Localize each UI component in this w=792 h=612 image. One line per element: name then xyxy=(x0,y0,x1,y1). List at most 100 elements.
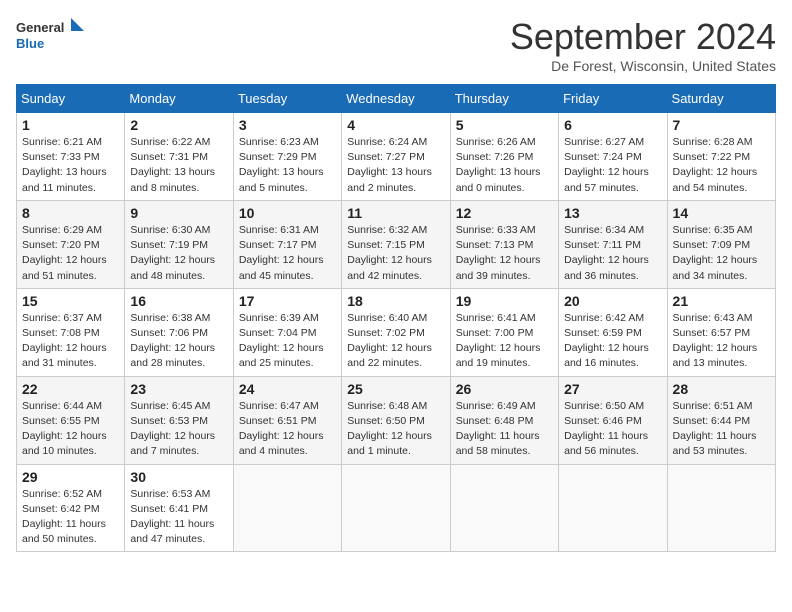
sunrise: Sunrise: 6:40 AM xyxy=(347,312,427,324)
day-info: Sunrise: 6:30 AM Sunset: 7:19 PM Dayligh… xyxy=(130,223,227,284)
daylight: Daylight: 12 hours and 42 minutes. xyxy=(347,254,432,281)
daylight: Daylight: 12 hours and 13 minutes. xyxy=(673,342,758,369)
day-number: 3 xyxy=(239,117,336,133)
sunset: Sunset: 7:22 PM xyxy=(673,151,751,163)
calendar-cell xyxy=(667,464,775,552)
day-info: Sunrise: 6:49 AM Sunset: 6:48 PM Dayligh… xyxy=(456,399,553,460)
weekday-header-saturday: Saturday xyxy=(667,85,775,113)
day-info: Sunrise: 6:37 AM Sunset: 7:08 PM Dayligh… xyxy=(22,311,119,372)
day-info: Sunrise: 6:29 AM Sunset: 7:20 PM Dayligh… xyxy=(22,223,119,284)
daylight: Daylight: 12 hours and 22 minutes. xyxy=(347,342,432,369)
sunrise: Sunrise: 6:38 AM xyxy=(130,312,210,324)
calendar-cell: 1 Sunrise: 6:21 AM Sunset: 7:33 PM Dayli… xyxy=(17,113,125,201)
location: De Forest, Wisconsin, United States xyxy=(510,58,776,74)
sunrise: Sunrise: 6:30 AM xyxy=(130,224,210,236)
sunset: Sunset: 7:06 PM xyxy=(130,327,208,339)
day-number: 11 xyxy=(347,205,444,221)
sunset: Sunset: 7:31 PM xyxy=(130,151,208,163)
day-info: Sunrise: 6:43 AM Sunset: 6:57 PM Dayligh… xyxy=(673,311,770,372)
calendar-cell: 23 Sunrise: 6:45 AM Sunset: 6:53 PM Dayl… xyxy=(125,376,233,464)
daylight: Daylight: 11 hours and 53 minutes. xyxy=(673,430,757,457)
sunset: Sunset: 6:59 PM xyxy=(564,327,642,339)
day-info: Sunrise: 6:31 AM Sunset: 7:17 PM Dayligh… xyxy=(239,223,336,284)
daylight: Daylight: 13 hours and 2 minutes. xyxy=(347,166,432,193)
sunset: Sunset: 7:08 PM xyxy=(22,327,100,339)
day-info: Sunrise: 6:22 AM Sunset: 7:31 PM Dayligh… xyxy=(130,135,227,196)
calendar-body: 1 Sunrise: 6:21 AM Sunset: 7:33 PM Dayli… xyxy=(17,113,776,552)
sunrise: Sunrise: 6:29 AM xyxy=(22,224,102,236)
calendar-cell: 3 Sunrise: 6:23 AM Sunset: 7:29 PM Dayli… xyxy=(233,113,341,201)
day-number: 22 xyxy=(22,381,119,397)
day-number: 20 xyxy=(564,293,661,309)
day-number: 26 xyxy=(456,381,553,397)
calendar-cell: 26 Sunrise: 6:49 AM Sunset: 6:48 PM Dayl… xyxy=(450,376,558,464)
sunset: Sunset: 6:53 PM xyxy=(130,415,208,427)
sunrise: Sunrise: 6:53 AM xyxy=(130,488,210,500)
calendar-cell: 4 Sunrise: 6:24 AM Sunset: 7:27 PM Dayli… xyxy=(342,113,450,201)
sunrise: Sunrise: 6:45 AM xyxy=(130,400,210,412)
daylight: Daylight: 12 hours and 39 minutes. xyxy=(456,254,541,281)
daylight: Daylight: 12 hours and 19 minutes. xyxy=(456,342,541,369)
daylight: Daylight: 12 hours and 36 minutes. xyxy=(564,254,649,281)
calendar-table: SundayMondayTuesdayWednesdayThursdayFrid… xyxy=(16,84,776,552)
weekday-header-sunday: Sunday xyxy=(17,85,125,113)
calendar-cell: 12 Sunrise: 6:33 AM Sunset: 7:13 PM Dayl… xyxy=(450,200,558,288)
calendar-cell: 24 Sunrise: 6:47 AM Sunset: 6:51 PM Dayl… xyxy=(233,376,341,464)
sunrise: Sunrise: 6:50 AM xyxy=(564,400,644,412)
day-number: 2 xyxy=(130,117,227,133)
sunrise: Sunrise: 6:49 AM xyxy=(456,400,536,412)
daylight: Daylight: 13 hours and 0 minutes. xyxy=(456,166,541,193)
sunset: Sunset: 6:41 PM xyxy=(130,503,208,515)
day-number: 30 xyxy=(130,469,227,485)
daylight: Daylight: 12 hours and 10 minutes. xyxy=(22,430,107,457)
sunset: Sunset: 6:55 PM xyxy=(22,415,100,427)
daylight: Daylight: 12 hours and 25 minutes. xyxy=(239,342,324,369)
sunset: Sunset: 7:13 PM xyxy=(456,239,534,251)
day-info: Sunrise: 6:47 AM Sunset: 6:51 PM Dayligh… xyxy=(239,399,336,460)
calendar-cell: 16 Sunrise: 6:38 AM Sunset: 7:06 PM Dayl… xyxy=(125,288,233,376)
calendar-cell xyxy=(233,464,341,552)
day-number: 1 xyxy=(22,117,119,133)
svg-text:General: General xyxy=(16,20,64,35)
day-info: Sunrise: 6:52 AM Sunset: 6:42 PM Dayligh… xyxy=(22,487,119,548)
day-number: 27 xyxy=(564,381,661,397)
day-info: Sunrise: 6:24 AM Sunset: 7:27 PM Dayligh… xyxy=(347,135,444,196)
day-number: 19 xyxy=(456,293,553,309)
day-info: Sunrise: 6:21 AM Sunset: 7:33 PM Dayligh… xyxy=(22,135,119,196)
weekday-header-thursday: Thursday xyxy=(450,85,558,113)
daylight: Daylight: 11 hours and 47 minutes. xyxy=(130,518,214,545)
sunrise: Sunrise: 6:24 AM xyxy=(347,136,427,148)
day-info: Sunrise: 6:51 AM Sunset: 6:44 PM Dayligh… xyxy=(673,399,770,460)
day-info: Sunrise: 6:40 AM Sunset: 7:02 PM Dayligh… xyxy=(347,311,444,372)
calendar-cell: 6 Sunrise: 6:27 AM Sunset: 7:24 PM Dayli… xyxy=(559,113,667,201)
calendar-cell: 22 Sunrise: 6:44 AM Sunset: 6:55 PM Dayl… xyxy=(17,376,125,464)
generalblue-logo: General Blue xyxy=(16,16,86,56)
sunrise: Sunrise: 6:44 AM xyxy=(22,400,102,412)
daylight: Daylight: 12 hours and 54 minutes. xyxy=(673,166,758,193)
day-number: 10 xyxy=(239,205,336,221)
day-number: 25 xyxy=(347,381,444,397)
svg-text:Blue: Blue xyxy=(16,36,44,51)
logo: General Blue xyxy=(16,16,86,56)
calendar-week-2: 8 Sunrise: 6:29 AM Sunset: 7:20 PM Dayli… xyxy=(17,200,776,288)
daylight: Daylight: 13 hours and 5 minutes. xyxy=(239,166,324,193)
daylight: Daylight: 12 hours and 7 minutes. xyxy=(130,430,215,457)
sunrise: Sunrise: 6:52 AM xyxy=(22,488,102,500)
calendar-week-1: 1 Sunrise: 6:21 AM Sunset: 7:33 PM Dayli… xyxy=(17,113,776,201)
day-info: Sunrise: 6:38 AM Sunset: 7:06 PM Dayligh… xyxy=(130,311,227,372)
title-block: September 2024 De Forest, Wisconsin, Uni… xyxy=(510,16,776,74)
daylight: Daylight: 11 hours and 50 minutes. xyxy=(22,518,106,545)
calendar-cell: 28 Sunrise: 6:51 AM Sunset: 6:44 PM Dayl… xyxy=(667,376,775,464)
day-info: Sunrise: 6:26 AM Sunset: 7:26 PM Dayligh… xyxy=(456,135,553,196)
day-info: Sunrise: 6:53 AM Sunset: 6:41 PM Dayligh… xyxy=(130,487,227,548)
sunrise: Sunrise: 6:35 AM xyxy=(673,224,753,236)
sunrise: Sunrise: 6:27 AM xyxy=(564,136,644,148)
sunrise: Sunrise: 6:21 AM xyxy=(22,136,102,148)
daylight: Daylight: 12 hours and 28 minutes. xyxy=(130,342,215,369)
day-info: Sunrise: 6:44 AM Sunset: 6:55 PM Dayligh… xyxy=(22,399,119,460)
calendar-cell: 19 Sunrise: 6:41 AM Sunset: 7:00 PM Dayl… xyxy=(450,288,558,376)
sunrise: Sunrise: 6:26 AM xyxy=(456,136,536,148)
daylight: Daylight: 13 hours and 8 minutes. xyxy=(130,166,215,193)
day-number: 8 xyxy=(22,205,119,221)
day-info: Sunrise: 6:42 AM Sunset: 6:59 PM Dayligh… xyxy=(564,311,661,372)
